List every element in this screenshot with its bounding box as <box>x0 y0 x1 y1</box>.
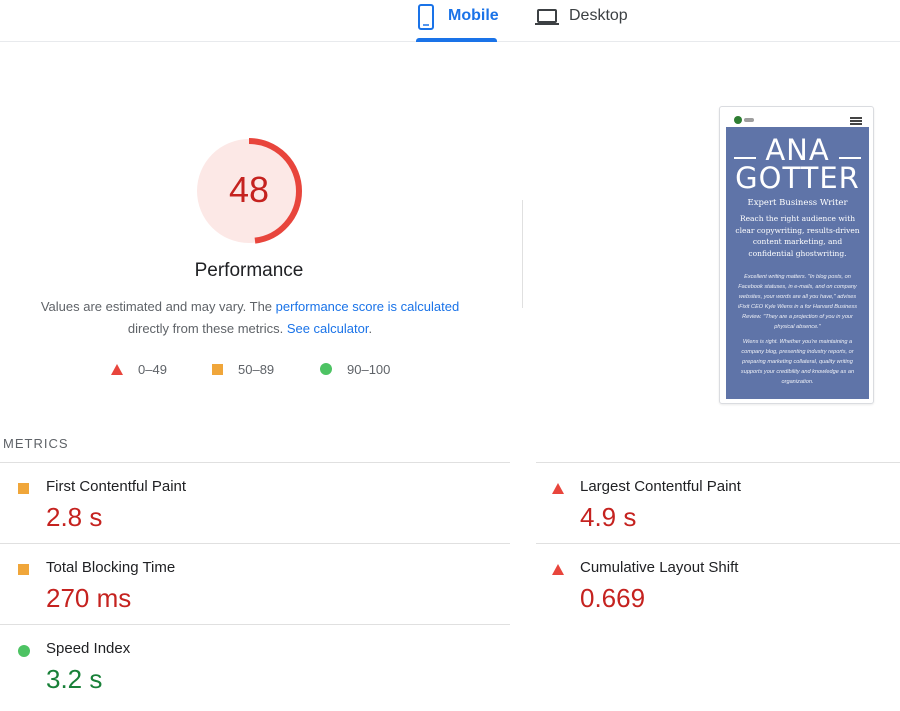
description-prefix: Values are estimated and may vary. The <box>40 299 276 314</box>
tab-desktop[interactable]: Desktop <box>535 0 645 42</box>
legend-fail-range: 0–49 <box>138 361 167 377</box>
site-logo-text <box>744 118 754 122</box>
thumbnail-hero: ANA GOTTER Expert Business Writer Reach … <box>726 127 869 399</box>
metric-label: Total Blocking Time <box>46 559 176 576</box>
page-screenshot-thumbnail[interactable]: ANA GOTTER Expert Business Writer Reach … <box>719 106 874 404</box>
triangle-icon <box>552 564 564 575</box>
metrics-divider <box>0 462 510 463</box>
performance-score: 48 <box>228 169 270 210</box>
metric-label: First Contentful Paint <box>46 478 187 495</box>
metric-cumulative-layout-shift[interactable]: Cumulative Layout Shift 0.669 <box>552 559 892 639</box>
hamburger-menu-icon <box>850 117 862 125</box>
square-icon <box>18 564 29 575</box>
vertical-divider <box>522 200 523 308</box>
active-tab-indicator <box>416 38 497 42</box>
laptop-icon <box>535 4 559 35</box>
tab-mobile-label: Mobile <box>448 7 499 24</box>
square-icon <box>212 363 223 375</box>
thumbnail-paragraph: Wiens is right. Whether you're maintaini… <box>740 339 855 385</box>
triangle-icon <box>552 483 564 494</box>
see-calculator-link[interactable]: See calculator <box>287 321 369 336</box>
performance-description: Values are estimated and may vary. The p… <box>20 296 480 340</box>
thumbnail-subtitle: Expert Business Writer <box>747 198 848 208</box>
legend-average-range: 50–89 <box>238 361 275 377</box>
legend-average: 50–89 <box>212 360 274 378</box>
description-suffix: . <box>368 321 373 336</box>
performance-title: Performance <box>194 260 304 281</box>
description-middle: directly from these metrics. <box>127 321 287 336</box>
thumbnail-quote: Excellent writing matters. "In blog post… <box>737 274 857 330</box>
metric-value: 0.669 <box>580 583 646 613</box>
metric-value: 4.9 s <box>580 502 637 532</box>
score-calculation-link[interactable]: performance score is calculated <box>276 299 460 314</box>
metric-total-blocking-time[interactable]: Total Blocking Time 270 ms <box>18 559 498 639</box>
metric-value: 2.8 s <box>46 502 103 532</box>
triangle-icon <box>111 363 123 375</box>
metric-first-contentful-paint[interactable]: First Contentful Paint 2.8 s <box>18 478 498 558</box>
metric-speed-index[interactable]: Speed Index 3.2 s <box>18 640 498 700</box>
metric-value: 270 ms <box>46 583 132 613</box>
metric-label: Speed Index <box>46 640 131 657</box>
circle-icon <box>320 363 332 375</box>
site-logo-icon <box>734 116 742 124</box>
legend-pass-range: 90–100 <box>347 361 391 377</box>
metric-largest-contentful-paint[interactable]: Largest Contentful Paint 4.9 s <box>552 478 892 558</box>
legend-fail: 0–49 <box>111 360 167 378</box>
thumbnail-name-line2: GOTTER <box>735 161 860 195</box>
phone-icon <box>416 4 436 35</box>
metrics-heading: METRICS <box>3 436 69 451</box>
legend-pass: 90–100 <box>320 360 390 378</box>
square-icon <box>18 483 29 494</box>
metrics-divider <box>536 462 900 463</box>
tab-desktop-label: Desktop <box>569 7 628 24</box>
thumbnail-tagline: Reach the right audience with clear copy… <box>735 214 860 258</box>
circle-icon <box>18 645 30 657</box>
device-tabs: Mobile Desktop <box>0 0 900 42</box>
tab-mobile[interactable]: Mobile <box>416 0 499 42</box>
name-rule-right <box>839 157 861 159</box>
metric-label: Cumulative Layout Shift <box>580 559 739 576</box>
metric-label: Largest Contentful Paint <box>580 478 741 495</box>
metric-value: 3.2 s <box>46 664 103 694</box>
